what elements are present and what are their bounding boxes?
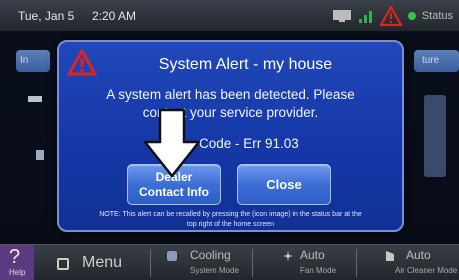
close-button[interactable]: Close	[237, 164, 331, 205]
dialog-message-line: A system alert has been detected. Please	[106, 87, 355, 102]
menu-label: Menu	[82, 254, 123, 271]
status-label[interactable]: Status	[422, 10, 453, 22]
error-code: Code - Err 91.03	[199, 136, 299, 151]
help-label: Help	[9, 268, 26, 277]
dialog-message-line: contact your service provider.	[142, 105, 319, 120]
status-bar: Tue, Jan 5 2:20 AM Status	[0, 0, 459, 32]
thermostat-screen: Tue, Jan 5 2:20 AM Status In ture System…	[0, 0, 459, 280]
air-cleaner-mode-label: Air Cleaner Mode	[395, 266, 458, 275]
background-tab-right-label: ture	[422, 55, 440, 66]
system-mode-label: System Mode	[190, 266, 239, 275]
dialog-note-line: NOTE: This alert can be recalled by pres…	[99, 211, 362, 218]
divider	[252, 249, 253, 277]
status-icons: Status	[332, 5, 453, 27]
menu-icon	[57, 258, 69, 270]
dialog-note-line: top right of the home screen	[186, 221, 275, 228]
air-cleaner-mode-value: Auto	[406, 248, 431, 262]
air-cleaner-mode-button[interactable]: Auto Air Cleaner Mode	[362, 245, 459, 280]
fan-mode-value: Auto	[300, 248, 325, 262]
divider	[150, 249, 151, 277]
status-dot-icon	[407, 12, 416, 20]
system-mode-button[interactable]: Cooling System Mode	[156, 245, 256, 280]
menu-button[interactable]: Menu	[45, 245, 145, 280]
divider	[356, 249, 357, 277]
air-cleaner-icon	[386, 251, 394, 261]
background-tab-left-label: In	[20, 55, 29, 66]
help-icon: ?	[9, 246, 21, 268]
fan-mode-button[interactable]: Auto Fan Mode	[258, 245, 358, 280]
fan-icon	[283, 251, 293, 261]
background-tab-left: In	[16, 50, 50, 72]
background-panel	[424, 95, 446, 177]
arrow-pointer-icon	[143, 108, 201, 178]
alert-icon[interactable]	[379, 6, 402, 26]
help-button[interactable]: ? Help	[0, 245, 34, 280]
background-indicator	[28, 96, 42, 102]
status-time: 2:20 AM	[92, 9, 137, 23]
dialog-note: NOTE: This alert can be recalled by pres…	[59, 210, 402, 230]
dialog-message: A system alert has been detected. Please…	[59, 86, 402, 122]
dialog-title: System Alert - my house	[158, 56, 333, 73]
background-tab-right: ture	[414, 50, 459, 72]
fan-mode-label: Fan Mode	[300, 266, 337, 275]
tv-icon[interactable]	[332, 9, 352, 23]
cooling-icon	[167, 251, 177, 261]
system-alert-dialog: System Alert - my house A system alert h…	[57, 40, 404, 232]
background-indicator	[36, 150, 44, 160]
bottom-bar: ? Help Menu Cooling System Mode Auto Fan…	[0, 244, 459, 280]
signal-icon[interactable]	[358, 9, 374, 23]
status-date: Tue, Jan 5	[18, 9, 75, 23]
dealer-button-label: Contact Info	[139, 184, 209, 199]
system-mode-value: Cooling	[190, 248, 231, 262]
